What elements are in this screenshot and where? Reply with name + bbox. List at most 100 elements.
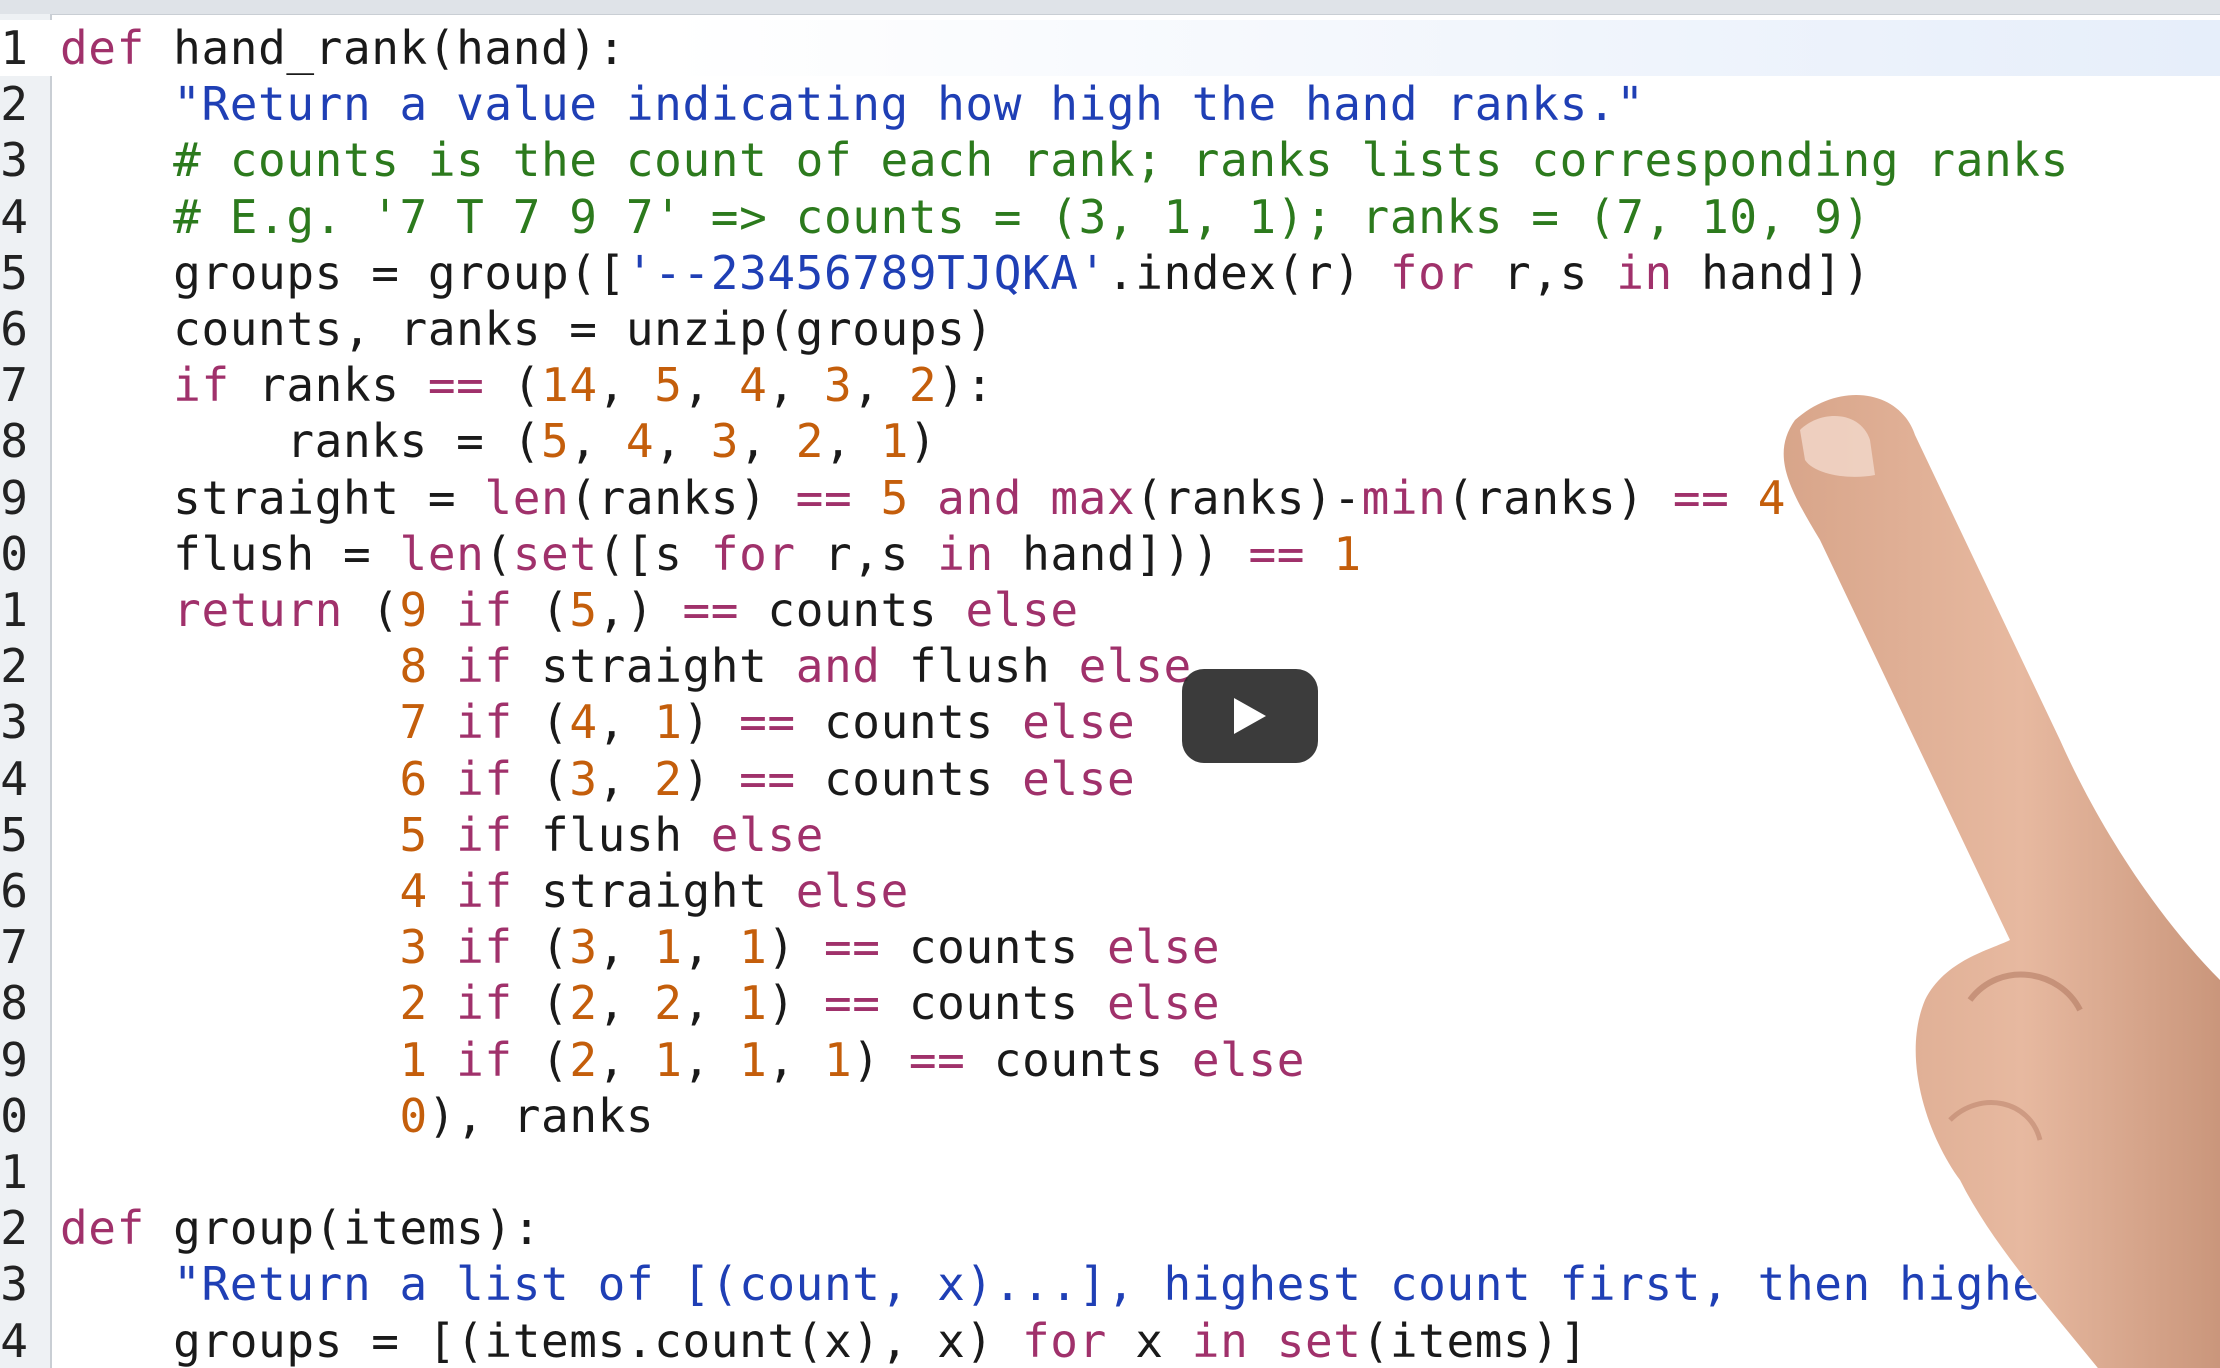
code-token: in	[1616, 245, 1673, 300]
code-token: group(items):	[144, 1201, 542, 1256]
code-token: (	[512, 695, 570, 750]
line-number: 7	[0, 920, 28, 975]
code-line: 2 "Return a value indicating how high th…	[0, 76, 2220, 132]
code-token: ,	[767, 358, 824, 413]
line-number: 3	[0, 1257, 28, 1312]
code-text: 2 if (2, 2, 1) == counts else	[60, 975, 1220, 1031]
code-token: ==	[824, 976, 881, 1031]
code-token: if	[456, 695, 513, 750]
code-text: "Return a list of [(count, x)...], highe…	[60, 1256, 2220, 1312]
code-token: ,	[597, 695, 655, 750]
code-text: if ranks == (14, 5, 4, 3, 2):	[60, 357, 994, 413]
code-line: 6 4 if straight else	[0, 863, 2220, 919]
code-token: if	[456, 1032, 513, 1087]
code-token: 5	[399, 807, 428, 862]
code-token: ==	[1248, 526, 1306, 581]
code-token: else	[965, 583, 1079, 637]
code-token: ,	[597, 751, 655, 806]
code-token: set	[512, 526, 598, 581]
code-token: ,	[852, 358, 909, 413]
code-text: return (9 if (5,) == counts else	[60, 582, 1079, 638]
code-token: groups = group([	[60, 245, 626, 300]
code-token: counts	[880, 920, 1107, 975]
code-token: (ranks)	[1446, 470, 1673, 525]
code-token: set	[1276, 1313, 1362, 1368]
code-token: ==	[682, 583, 740, 637]
code-line: 2 8 if straight and flush else	[0, 638, 2220, 694]
code-token: len	[399, 526, 485, 581]
code-token: )	[767, 976, 824, 1031]
code-token: ==	[1672, 470, 1730, 525]
code-line: 4 groups = [(items.count(x), x) for x in…	[0, 1313, 2220, 1368]
code-token: 2	[654, 751, 683, 806]
code-token: ==	[824, 920, 881, 975]
line-number: 1	[0, 583, 28, 637]
code-token: groups = [(items.count(x), x)	[60, 1313, 1023, 1368]
code-token: if	[456, 807, 513, 862]
code-text: 6 if (3, 2) == counts else	[60, 751, 1135, 807]
code-line: 5 groups = group(['--23456789TJQKA'.inde…	[0, 245, 2220, 301]
code-token: counts, ranks = unzip(groups)	[60, 302, 994, 356]
code-token: 3	[569, 920, 598, 975]
code-token: if	[60, 358, 230, 413]
code-token: 5	[880, 470, 909, 525]
code-token: (	[512, 920, 570, 975]
code-token: else	[1022, 751, 1136, 806]
code-token: ):	[937, 358, 994, 413]
code-token: straight	[512, 639, 796, 694]
code-text: def group(items):	[60, 1200, 541, 1256]
line-number: 3	[0, 133, 28, 188]
code-token: (	[512, 583, 570, 637]
code-token: counts	[795, 695, 1023, 750]
code-token: hand])	[1672, 245, 1871, 300]
code-token: if	[456, 864, 513, 918]
video-frame[interactable]: 1 def hand_rank(hand): 2 "Return a value i…	[0, 0, 2220, 1368]
code-text: 0), ranks	[60, 1088, 654, 1144]
line-number: 2	[0, 77, 28, 132]
code-line: 7 if ranks == (14, 5, 4, 3, 2):	[0, 357, 2220, 413]
code-line: 2 def group(items):	[0, 1200, 2220, 1256]
line-number: 6	[0, 864, 28, 918]
line-number: 5	[0, 807, 28, 862]
code-token: '--23456789TJQKA'	[625, 245, 1107, 300]
line-number: 4	[0, 189, 28, 244]
code-line: 3 "Return a list of [(count, x)...], hig…	[0, 1256, 2220, 1312]
line-number: 6	[0, 302, 28, 356]
code-line: 9 1 if (2, 1, 1, 1) == counts else	[0, 1032, 2220, 1088]
line-number: 1	[0, 1145, 28, 1199]
code-token: ==	[739, 695, 796, 750]
code-token: 4	[399, 864, 428, 918]
code-token: (ranks)	[569, 470, 796, 525]
code-token: else	[795, 864, 909, 918]
code-text: groups = [(items.count(x), x) for x in s…	[60, 1313, 1588, 1368]
code-token: )	[682, 695, 740, 750]
code-token: ,	[739, 414, 796, 469]
line-number: 3	[0, 695, 28, 750]
code-token: 1	[739, 976, 768, 1031]
video-play-button[interactable]	[1182, 669, 1318, 763]
code-token: 2	[908, 358, 938, 413]
code-token: x	[1106, 1313, 1192, 1368]
code-token: and	[795, 639, 881, 694]
code-token: 7	[399, 695, 428, 750]
code-line: 7 3 if (3, 1, 1) == counts else	[0, 919, 2220, 975]
code-token: ,)	[597, 583, 683, 637]
code-token: in	[937, 526, 994, 581]
code-text: # E.g. '7 T 7 9 7' => counts = (3, 1, 1)…	[60, 189, 1871, 245]
code-token: 3	[569, 751, 598, 806]
code-token: else	[1078, 639, 1192, 694]
code-token: and	[937, 470, 1023, 525]
